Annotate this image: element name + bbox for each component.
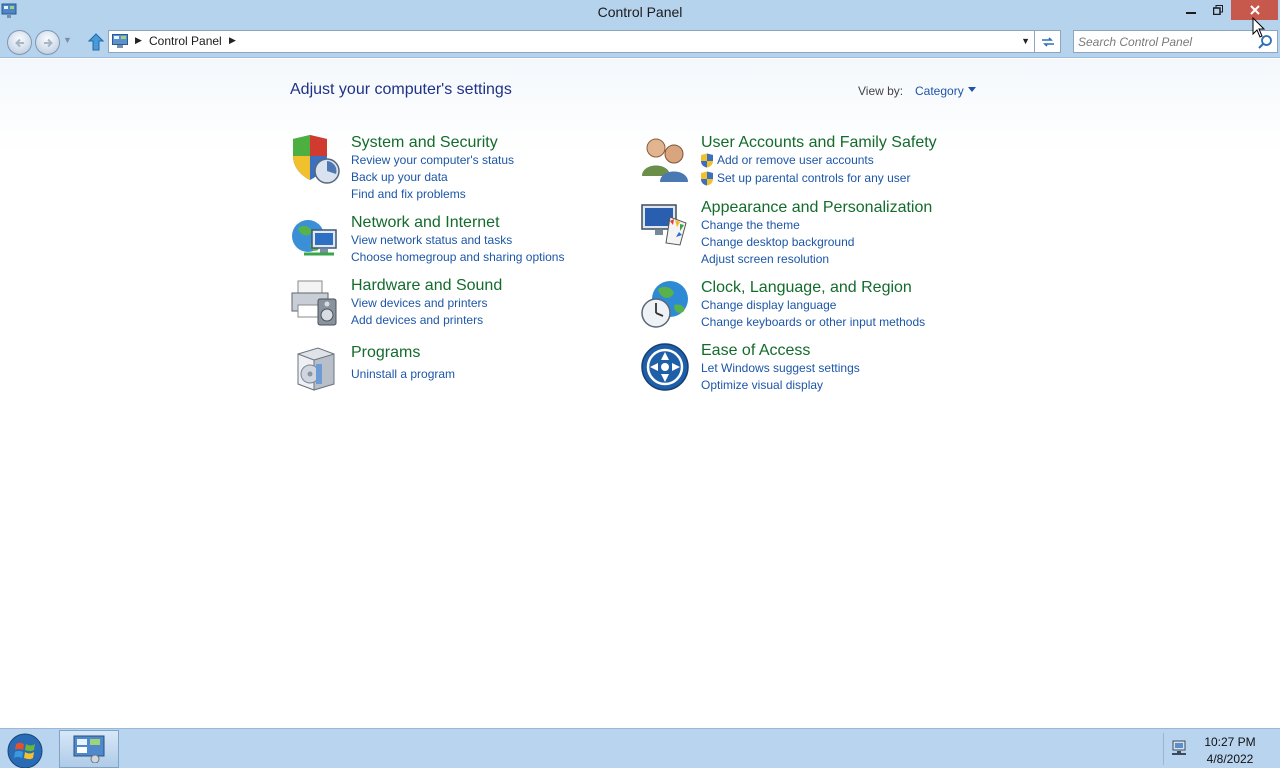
clock-globe-icon[interactable] [640, 279, 690, 329]
control-panel-content: Adjust your computer's settings View by:… [0, 59, 1280, 728]
link-keyboards-input[interactable]: Change keyboards or other input methods [701, 315, 925, 329]
network-globe-icon[interactable] [290, 214, 340, 264]
search-input[interactable] [1078, 33, 1253, 50]
category-title-system-security[interactable]: System and Security [351, 134, 498, 152]
breadcrumb-chevron-icon[interactable]: ▶ [229, 35, 236, 46]
address-history-dropdown[interactable]: ▼ [1021, 36, 1030, 46]
title-bar: Control Panel [0, 0, 1280, 27]
link-windows-suggest[interactable]: Let Windows suggest settings [701, 361, 860, 375]
window-title: Control Panel [597, 4, 683, 20]
link-homegroup-sharing[interactable]: Choose homegroup and sharing options [351, 250, 564, 264]
link-view-devices-printers[interactable]: View devices and printers [351, 296, 488, 310]
printer-speaker-icon[interactable] [290, 277, 340, 327]
address-toolbar: ▼ ▶ Control Panel ▶ ▼ [0, 27, 1280, 58]
up-button[interactable] [86, 31, 106, 53]
link-change-theme[interactable]: Change the theme [701, 218, 800, 232]
taskbar: 10:27 PM 4/8/2022 [0, 728, 1280, 768]
tray-divider [1163, 733, 1164, 765]
view-by-arrow-icon[interactable] [968, 87, 976, 92]
view-by-label: View by: [858, 84, 904, 98]
category-title-user-accounts[interactable]: User Accounts and Family Safety [701, 134, 937, 152]
control-panel-icon [112, 34, 128, 48]
link-network-status[interactable]: View network status and tasks [351, 233, 512, 247]
view-by-dropdown[interactable]: Category [915, 84, 964, 98]
link-back-up-data[interactable]: Back up your data [351, 170, 448, 184]
page-heading: Adjust your computer's settings [290, 81, 512, 98]
forward-arrow-icon [43, 38, 53, 47]
back-button[interactable] [7, 30, 32, 55]
maximize-button[interactable] [1205, 0, 1231, 20]
link-add-remove-accounts[interactable]: Add or remove user accounts [717, 153, 874, 167]
refresh-button[interactable] [1035, 30, 1061, 53]
minimize-icon [1186, 12, 1196, 14]
clock-date[interactable]: 4/8/2022 [1190, 752, 1270, 766]
link-review-status[interactable]: Review your computer's status [351, 153, 514, 167]
clock-time[interactable]: 10:27 PM [1190, 735, 1270, 749]
link-display-language[interactable]: Change display language [701, 298, 836, 312]
uac-shield-icon [701, 171, 713, 186]
windows-start-icon [7, 733, 43, 768]
link-parental-controls[interactable]: Set up parental controls for any user [717, 171, 910, 185]
restore-icon [1213, 5, 1223, 15]
breadcrumb-separator-icon[interactable]: ▶ [135, 35, 142, 46]
category-title-clock-language[interactable]: Clock, Language, and Region [701, 279, 912, 297]
start-button[interactable] [5, 732, 45, 768]
close-icon [1249, 5, 1260, 15]
programs-box-icon[interactable] [290, 344, 340, 394]
breadcrumb-control-panel[interactable]: Control Panel [149, 34, 222, 48]
category-title-hardware-sound[interactable]: Hardware and Sound [351, 277, 502, 295]
uac-shield-icon [701, 153, 713, 168]
link-find-fix-problems[interactable]: Find and fix problems [351, 187, 466, 201]
search-box[interactable] [1073, 30, 1278, 53]
forward-button[interactable] [35, 30, 60, 55]
monitor-palette-icon[interactable] [640, 199, 690, 249]
address-box[interactable]: ▶ Control Panel ▶ ▼ [108, 30, 1035, 53]
control-panel-icon [73, 735, 105, 763]
up-arrow-icon [88, 33, 104, 51]
taskbar-control-panel-button[interactable] [59, 730, 119, 768]
recent-pages-dropdown[interactable]: ▼ [63, 35, 72, 45]
users-icon[interactable] [640, 134, 690, 184]
category-title-ease-of-access[interactable]: Ease of Access [701, 342, 810, 360]
category-title-network-internet[interactable]: Network and Internet [351, 214, 500, 232]
category-title-programs[interactable]: Programs [351, 344, 420, 362]
link-add-devices-printers[interactable]: Add devices and printers [351, 313, 483, 327]
link-screen-resolution[interactable]: Adjust screen resolution [701, 252, 829, 266]
shield-icon[interactable] [290, 134, 340, 184]
mouse-cursor-icon [1252, 17, 1266, 38]
back-arrow-icon [14, 38, 24, 47]
network-icon[interactable] [1170, 740, 1188, 756]
link-desktop-background[interactable]: Change desktop background [701, 235, 854, 249]
link-optimize-visual[interactable]: Optimize visual display [701, 378, 823, 392]
minimize-button[interactable] [1178, 0, 1204, 20]
ease-of-access-icon[interactable] [640, 342, 690, 392]
category-title-appearance[interactable]: Appearance and Personalization [701, 199, 932, 217]
link-uninstall-program[interactable]: Uninstall a program [351, 367, 455, 381]
refresh-icon [1041, 36, 1054, 47]
